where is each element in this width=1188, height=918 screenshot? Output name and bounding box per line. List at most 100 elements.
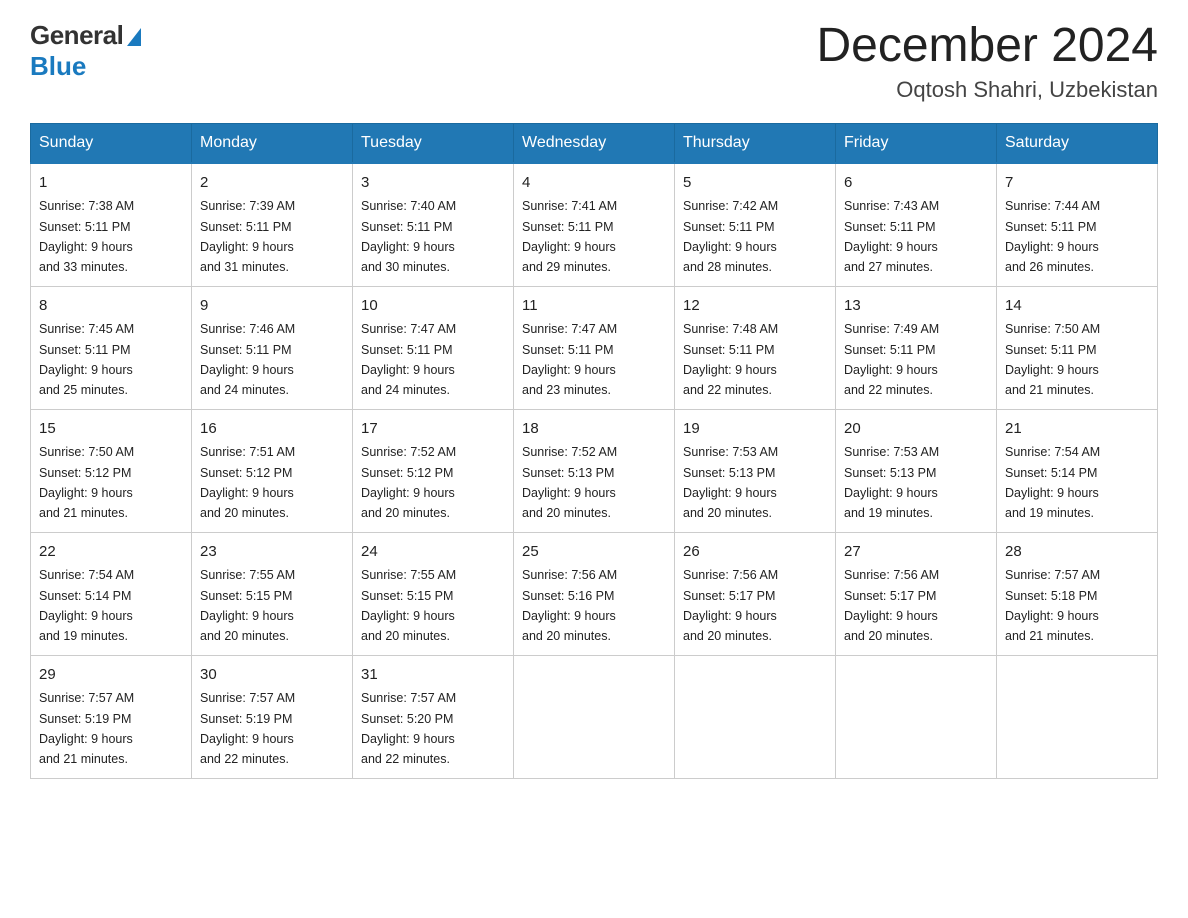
day-info: Sunrise: 7:51 AMSunset: 5:12 PMDaylight:… — [200, 445, 295, 520]
day-number: 23 — [200, 541, 344, 564]
day-number: 7 — [1005, 172, 1149, 195]
day-number: 30 — [200, 664, 344, 687]
day-number: 27 — [844, 541, 988, 564]
table-row — [675, 655, 836, 778]
table-row: 20 Sunrise: 7:53 AMSunset: 5:13 PMDaylig… — [836, 409, 997, 532]
table-row: 29 Sunrise: 7:57 AMSunset: 5:19 PMDaylig… — [31, 655, 192, 778]
day-info: Sunrise: 7:54 AMSunset: 5:14 PMDaylight:… — [1005, 445, 1100, 520]
day-info: Sunrise: 7:45 AMSunset: 5:11 PMDaylight:… — [39, 322, 134, 397]
col-tuesday: Tuesday — [353, 123, 514, 163]
calendar-table: Sunday Monday Tuesday Wednesday Thursday… — [30, 123, 1158, 779]
table-row: 28 Sunrise: 7:57 AMSunset: 5:18 PMDaylig… — [997, 532, 1158, 655]
day-number: 10 — [361, 295, 505, 318]
table-row: 30 Sunrise: 7:57 AMSunset: 5:19 PMDaylig… — [192, 655, 353, 778]
day-info: Sunrise: 7:47 AMSunset: 5:11 PMDaylight:… — [522, 322, 617, 397]
day-number: 29 — [39, 664, 183, 687]
table-row: 23 Sunrise: 7:55 AMSunset: 5:15 PMDaylig… — [192, 532, 353, 655]
day-info: Sunrise: 7:53 AMSunset: 5:13 PMDaylight:… — [844, 445, 939, 520]
day-info: Sunrise: 7:54 AMSunset: 5:14 PMDaylight:… — [39, 568, 134, 643]
col-friday: Friday — [836, 123, 997, 163]
day-info: Sunrise: 7:44 AMSunset: 5:11 PMDaylight:… — [1005, 199, 1100, 274]
calendar-week-row: 15 Sunrise: 7:50 AMSunset: 5:12 PMDaylig… — [31, 409, 1158, 532]
day-number: 1 — [39, 172, 183, 195]
table-row: 14 Sunrise: 7:50 AMSunset: 5:11 PMDaylig… — [997, 286, 1158, 409]
day-number: 14 — [1005, 295, 1149, 318]
day-info: Sunrise: 7:55 AMSunset: 5:15 PMDaylight:… — [200, 568, 295, 643]
day-info: Sunrise: 7:53 AMSunset: 5:13 PMDaylight:… — [683, 445, 778, 520]
day-info: Sunrise: 7:49 AMSunset: 5:11 PMDaylight:… — [844, 322, 939, 397]
table-row — [997, 655, 1158, 778]
day-info: Sunrise: 7:43 AMSunset: 5:11 PMDaylight:… — [844, 199, 939, 274]
day-info: Sunrise: 7:56 AMSunset: 5:17 PMDaylight:… — [683, 568, 778, 643]
table-row — [836, 655, 997, 778]
day-number: 31 — [361, 664, 505, 687]
day-number: 19 — [683, 418, 827, 441]
day-number: 24 — [361, 541, 505, 564]
col-sunday: Sunday — [31, 123, 192, 163]
day-info: Sunrise: 7:41 AMSunset: 5:11 PMDaylight:… — [522, 199, 617, 274]
calendar-week-row: 1 Sunrise: 7:38 AMSunset: 5:11 PMDayligh… — [31, 163, 1158, 287]
day-info: Sunrise: 7:55 AMSunset: 5:15 PMDaylight:… — [361, 568, 456, 643]
day-number: 13 — [844, 295, 988, 318]
day-info: Sunrise: 7:48 AMSunset: 5:11 PMDaylight:… — [683, 322, 778, 397]
col-saturday: Saturday — [997, 123, 1158, 163]
table-row: 3 Sunrise: 7:40 AMSunset: 5:11 PMDayligh… — [353, 163, 514, 287]
table-row: 21 Sunrise: 7:54 AMSunset: 5:14 PMDaylig… — [997, 409, 1158, 532]
day-number: 8 — [39, 295, 183, 318]
table-row: 5 Sunrise: 7:42 AMSunset: 5:11 PMDayligh… — [675, 163, 836, 287]
calendar-week-row: 22 Sunrise: 7:54 AMSunset: 5:14 PMDaylig… — [31, 532, 1158, 655]
day-number: 22 — [39, 541, 183, 564]
table-row: 22 Sunrise: 7:54 AMSunset: 5:14 PMDaylig… — [31, 532, 192, 655]
logo: General Blue — [30, 20, 141, 82]
calendar-title: December 2024 — [816, 20, 1158, 73]
table-row: 24 Sunrise: 7:55 AMSunset: 5:15 PMDaylig… — [353, 532, 514, 655]
col-monday: Monday — [192, 123, 353, 163]
day-info: Sunrise: 7:57 AMSunset: 5:18 PMDaylight:… — [1005, 568, 1100, 643]
table-row: 9 Sunrise: 7:46 AMSunset: 5:11 PMDayligh… — [192, 286, 353, 409]
table-row: 31 Sunrise: 7:57 AMSunset: 5:20 PMDaylig… — [353, 655, 514, 778]
day-info: Sunrise: 7:42 AMSunset: 5:11 PMDaylight:… — [683, 199, 778, 274]
day-info: Sunrise: 7:52 AMSunset: 5:12 PMDaylight:… — [361, 445, 456, 520]
day-info: Sunrise: 7:40 AMSunset: 5:11 PMDaylight:… — [361, 199, 456, 274]
day-number: 11 — [522, 295, 666, 318]
table-row — [514, 655, 675, 778]
day-number: 16 — [200, 418, 344, 441]
table-row: 19 Sunrise: 7:53 AMSunset: 5:13 PMDaylig… — [675, 409, 836, 532]
calendar-subtitle: Oqtosh Shahri, Uzbekistan — [816, 77, 1158, 103]
table-row: 16 Sunrise: 7:51 AMSunset: 5:12 PMDaylig… — [192, 409, 353, 532]
day-info: Sunrise: 7:56 AMSunset: 5:16 PMDaylight:… — [522, 568, 617, 643]
table-row: 18 Sunrise: 7:52 AMSunset: 5:13 PMDaylig… — [514, 409, 675, 532]
day-number: 9 — [200, 295, 344, 318]
table-row: 4 Sunrise: 7:41 AMSunset: 5:11 PMDayligh… — [514, 163, 675, 287]
day-number: 5 — [683, 172, 827, 195]
page-header: General Blue December 2024 Oqtosh Shahri… — [30, 20, 1158, 103]
day-info: Sunrise: 7:57 AMSunset: 5:19 PMDaylight:… — [200, 691, 295, 766]
day-info: Sunrise: 7:47 AMSunset: 5:11 PMDaylight:… — [361, 322, 456, 397]
day-number: 28 — [1005, 541, 1149, 564]
table-row: 10 Sunrise: 7:47 AMSunset: 5:11 PMDaylig… — [353, 286, 514, 409]
logo-blue: Blue — [30, 51, 86, 82]
day-info: Sunrise: 7:52 AMSunset: 5:13 PMDaylight:… — [522, 445, 617, 520]
day-number: 20 — [844, 418, 988, 441]
day-info: Sunrise: 7:50 AMSunset: 5:12 PMDaylight:… — [39, 445, 134, 520]
logo-general: General — [30, 20, 141, 51]
table-row: 27 Sunrise: 7:56 AMSunset: 5:17 PMDaylig… — [836, 532, 997, 655]
table-row: 25 Sunrise: 7:56 AMSunset: 5:16 PMDaylig… — [514, 532, 675, 655]
day-info: Sunrise: 7:57 AMSunset: 5:20 PMDaylight:… — [361, 691, 456, 766]
day-number: 2 — [200, 172, 344, 195]
calendar-week-row: 8 Sunrise: 7:45 AMSunset: 5:11 PMDayligh… — [31, 286, 1158, 409]
table-row: 1 Sunrise: 7:38 AMSunset: 5:11 PMDayligh… — [31, 163, 192, 287]
day-number: 26 — [683, 541, 827, 564]
day-number: 6 — [844, 172, 988, 195]
table-row: 15 Sunrise: 7:50 AMSunset: 5:12 PMDaylig… — [31, 409, 192, 532]
day-number: 12 — [683, 295, 827, 318]
table-row: 7 Sunrise: 7:44 AMSunset: 5:11 PMDayligh… — [997, 163, 1158, 287]
day-info: Sunrise: 7:57 AMSunset: 5:19 PMDaylight:… — [39, 691, 134, 766]
table-row: 13 Sunrise: 7:49 AMSunset: 5:11 PMDaylig… — [836, 286, 997, 409]
day-info: Sunrise: 7:46 AMSunset: 5:11 PMDaylight:… — [200, 322, 295, 397]
calendar-header-row: Sunday Monday Tuesday Wednesday Thursday… — [31, 123, 1158, 163]
day-info: Sunrise: 7:50 AMSunset: 5:11 PMDaylight:… — [1005, 322, 1100, 397]
table-row: 26 Sunrise: 7:56 AMSunset: 5:17 PMDaylig… — [675, 532, 836, 655]
day-number: 18 — [522, 418, 666, 441]
table-row: 11 Sunrise: 7:47 AMSunset: 5:11 PMDaylig… — [514, 286, 675, 409]
